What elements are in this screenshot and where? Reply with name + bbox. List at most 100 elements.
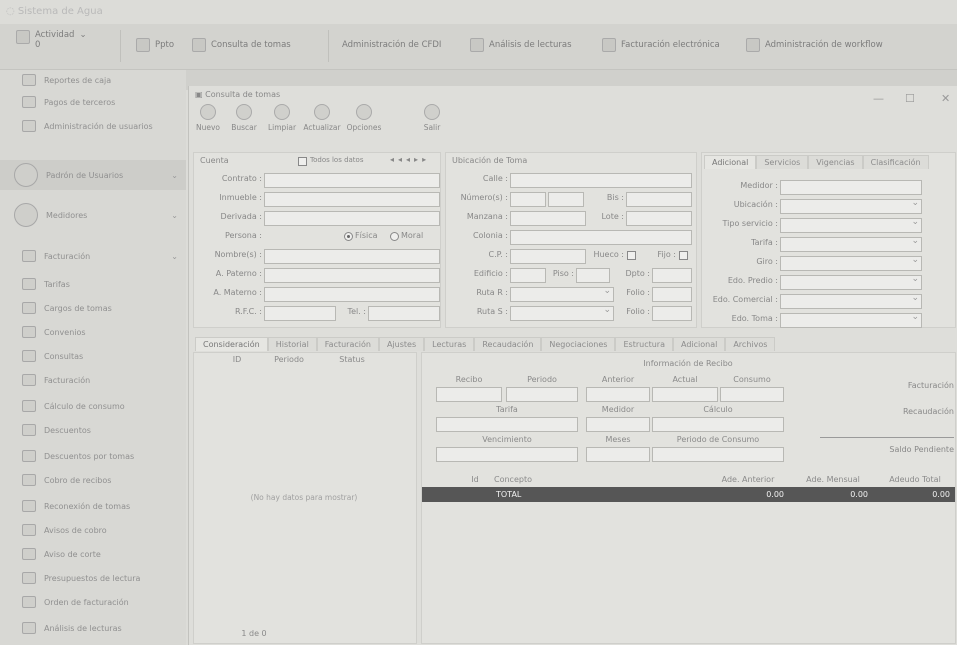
telefono-input[interactable] — [368, 306, 440, 321]
toolbar-admin-workflow[interactable]: Administración de workflow — [746, 34, 883, 56]
opciones-button[interactable]: Opciones — [345, 104, 383, 132]
folio-r-input[interactable] — [652, 287, 692, 302]
calculo-input[interactable] — [652, 417, 784, 432]
tab-lecturas[interactable]: Lecturas — [424, 337, 475, 351]
toolbar-ppto[interactable]: Ppto — [136, 34, 174, 56]
sidebar-item-calculo-consumo[interactable]: Cálculo de consumo — [0, 396, 186, 416]
tab-facturacion[interactable]: Facturación — [316, 337, 379, 351]
toolbar-facturacion-electronica[interactable]: Facturación electrónica — [602, 34, 720, 56]
colonia-input[interactable] — [510, 230, 692, 245]
sidebar-item-tarifas[interactable]: Tarifas — [0, 274, 186, 294]
sidebar-item-presupuestos[interactable]: Presupuestos de lectura — [0, 568, 186, 588]
edificio-input[interactable] — [510, 268, 546, 283]
tab-ajustes[interactable]: Ajustes — [378, 337, 425, 351]
sidebar-item-convenios[interactable]: Convenios — [0, 322, 186, 342]
tab-servicios[interactable]: Servicios — [756, 155, 809, 169]
sidebar-item-medidores[interactable]: Medidores ⌄ — [0, 200, 186, 230]
meses-input[interactable] — [586, 447, 650, 462]
tab-negociaciones[interactable]: Negociaciones — [541, 337, 616, 351]
nombres-input[interactable] — [264, 249, 440, 264]
cp-input[interactable] — [510, 249, 586, 264]
sidebar-item-descuentos-tomas[interactable]: Descuentos por tomas — [0, 446, 186, 466]
calle-input[interactable] — [510, 173, 692, 188]
sidebar-item-avisos-cobro[interactable]: Avisos de cobro — [0, 520, 186, 540]
manzana-input[interactable] — [510, 211, 586, 226]
medidor-input[interactable] — [780, 180, 922, 195]
apellido-paterno-input[interactable] — [264, 268, 440, 283]
ruta-s-select[interactable] — [510, 305, 614, 321]
todos-checkbox[interactable] — [298, 157, 307, 166]
toolbar-analisis-lecturas[interactable]: Análisis de lecturas — [470, 34, 572, 56]
numero-exterior-input[interactable] — [510, 192, 546, 207]
sidebar-item-facturacion-group[interactable]: Facturación ⌄ — [0, 246, 186, 266]
actualizar-button[interactable]: Actualizar — [303, 104, 341, 132]
edo-comercial-select[interactable] — [780, 293, 922, 309]
consumo-input[interactable] — [720, 387, 784, 402]
rfc-input[interactable] — [264, 306, 336, 321]
numero-interior-input[interactable] — [548, 192, 584, 207]
sidebar-item-cargos-tomas[interactable]: Cargos de tomas — [0, 298, 186, 318]
sidebar-item-aviso-corte[interactable]: Aviso de corte — [0, 544, 186, 564]
tarifa-select[interactable] — [780, 236, 922, 252]
tab-archivos[interactable]: Archivos — [725, 337, 776, 351]
sidebar-item-orden-facturacion[interactable]: Orden de facturación — [0, 592, 186, 612]
fijo-checkbox[interactable] — [679, 251, 688, 260]
sidebar-item-admin-usuarios[interactable]: Administración de usuarios — [0, 116, 186, 136]
sidebar-item-descuentos[interactable]: Descuentos — [0, 420, 186, 440]
anterior-input[interactable] — [586, 387, 650, 402]
derivada-input[interactable] — [264, 211, 440, 226]
salir-button[interactable]: Salir — [415, 104, 449, 132]
sidebar-item-reconexion[interactable]: Reconexión de tomas — [0, 496, 186, 516]
edo-toma-select[interactable] — [780, 312, 922, 328]
toolbar-consulta-tomas[interactable]: Consulta de tomas — [192, 34, 291, 56]
periodo-input[interactable] — [506, 387, 578, 402]
sidebar-item-facturacion[interactable]: Facturación — [0, 370, 186, 390]
ruta-r-select[interactable] — [510, 286, 614, 302]
giro-select[interactable] — [780, 255, 922, 271]
recibo-input[interactable] — [436, 387, 502, 402]
edo-predio-select[interactable] — [780, 274, 922, 290]
nuevo-button[interactable]: Nuevo — [191, 104, 225, 132]
tab-adicional[interactable]: Adicional — [704, 155, 757, 169]
persona-fisica-radio[interactable] — [344, 232, 353, 241]
bis-input[interactable] — [626, 192, 692, 207]
tab-estructura[interactable]: Estructura — [615, 337, 673, 351]
contrato-input[interactable] — [264, 173, 440, 188]
limpiar-button[interactable]: Limpiar — [265, 104, 299, 132]
tab-adicional-lower[interactable]: Adicional — [672, 337, 726, 351]
close-button[interactable]: ✕ — [941, 92, 950, 105]
inmueble-input[interactable] — [264, 192, 440, 207]
piso-input[interactable] — [576, 268, 610, 283]
apellido-materno-input[interactable] — [264, 287, 440, 302]
cuenta-panel: Cuenta Todos los datos ◂◂◂▸▸ Contrato : … — [193, 152, 441, 328]
sidebar-item-cobro-recibos[interactable]: Cobro de recibos — [0, 470, 186, 490]
tipo-servicio-select[interactable] — [780, 217, 922, 233]
actual-input[interactable] — [652, 387, 718, 402]
vencimiento-input[interactable] — [436, 447, 578, 462]
persona-moral-radio[interactable] — [390, 232, 399, 241]
periodo-consumo-input[interactable] — [652, 447, 784, 462]
tab-clasificacion[interactable]: Clasificación — [862, 155, 929, 169]
tab-consideracion[interactable]: Consideración — [195, 337, 268, 351]
tab-historial[interactable]: Historial — [267, 337, 317, 351]
hueco-checkbox[interactable] — [627, 251, 636, 260]
maximize-button[interactable]: ☐ — [905, 92, 915, 105]
sidebar-item-pagos-terceros[interactable]: Pagos de terceros — [0, 92, 186, 112]
sidebar-item-analisis-lecturas[interactable]: Análisis de lecturas — [0, 618, 186, 638]
medidor-recibo-input[interactable] — [586, 417, 650, 432]
sidebar-item-consultas[interactable]: Consultas — [0, 346, 186, 366]
toolbar-activity[interactable]: Actividad 0 ⌄ — [16, 30, 87, 52]
tab-recaudacion[interactable]: Recaudación — [474, 337, 542, 351]
record-nav[interactable]: ◂◂◂▸▸ — [390, 155, 430, 164]
depto-input[interactable] — [652, 268, 692, 283]
folio-s-input[interactable] — [652, 306, 692, 321]
tab-vigencias[interactable]: Vigencias — [808, 155, 863, 169]
sidebar-item-padron-usuarios[interactable]: Padrón de Usuarios ⌄ — [0, 160, 186, 190]
sidebar-item-reportes-caja[interactable]: Reportes de caja — [0, 70, 186, 90]
toolbar-admin-cfdi[interactable]: Administración de CFDI — [342, 34, 441, 56]
minimize-button[interactable]: — — [873, 92, 884, 105]
ubicacion-select[interactable] — [780, 198, 922, 214]
tarifa-input[interactable] — [436, 417, 578, 432]
buscar-button[interactable]: Buscar — [227, 104, 261, 132]
lote-input[interactable] — [626, 211, 692, 226]
